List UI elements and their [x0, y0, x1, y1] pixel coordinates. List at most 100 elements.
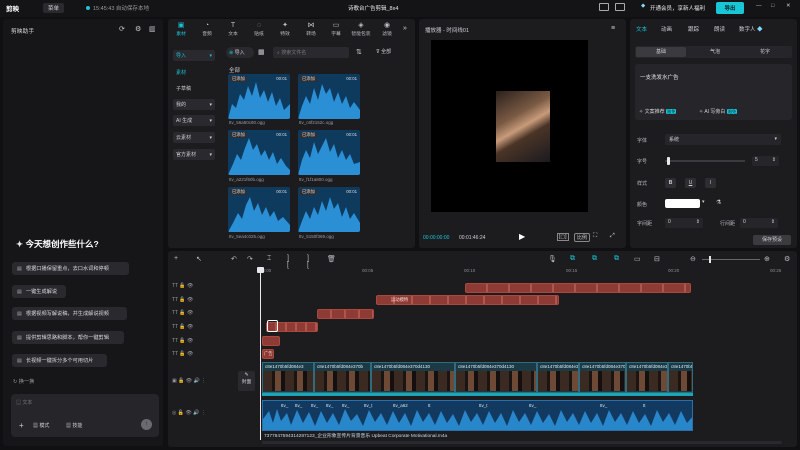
volume-icon[interactable]: 🔊 — [194, 378, 200, 384]
video-clip[interactable]: c8e1470b5fd084e370b — [314, 362, 371, 393]
ai-write-button[interactable]: ✧ AI 写旁白 限免 — [699, 108, 738, 115]
fullscreen-icon[interactable]: ⛶ — [593, 233, 597, 240]
text-clip[interactable] — [262, 336, 280, 346]
font-select[interactable]: 系统 ▾ — [665, 134, 781, 145]
text-clip[interactable] — [317, 309, 374, 319]
italic-button[interactable]: I — [705, 178, 716, 188]
text-clip[interactable] — [465, 283, 691, 293]
lock-icon[interactable]: 🔓 — [179, 351, 185, 357]
settings-gear-icon[interactable]: ⚙ — [135, 25, 141, 33]
mode-button[interactable]: ▦ 模式 — [33, 422, 49, 429]
subtab-basic[interactable]: 基础 — [636, 47, 686, 57]
eye-icon[interactable]: 👁 — [187, 351, 193, 357]
refresh-suggestions-button[interactable]: ↻ 换一换 — [13, 378, 34, 385]
audio-track-header[interactable]: ◎ 🔓 👁 🔊 ⋮ — [172, 410, 206, 416]
text-clip-selected[interactable] — [267, 320, 278, 332]
tool-caption[interactable]: ▭ 字幕 — [325, 21, 347, 37]
lock-icon[interactable]: 🔓 — [178, 378, 184, 384]
video-clip[interactable]: c8e1470b5fd084e3 — [262, 362, 314, 393]
color-picker-icon[interactable]: ⚗ — [716, 199, 721, 206]
select-tool-icon[interactable]: ↖ — [196, 255, 202, 263]
sort-icon[interactable]: ⇅ — [356, 48, 362, 56]
time-ruler[interactable]: 00:00 00:05 00:10 00:15 00:20 00:25 — [258, 268, 793, 278]
save-preset-button[interactable]: 保存预设 — [753, 235, 791, 245]
send-button[interactable]: ↑ — [141, 419, 152, 430]
suggestion-item[interactable]: ▤ 提供剪辑思路和脚本，帮你一键剪辑 — [12, 331, 124, 344]
filter-all-button[interactable]: ⊽ 全部 — [376, 48, 391, 55]
tool-text[interactable]: T 文本 — [222, 21, 244, 37]
eye-icon[interactable]: 👁 — [187, 297, 193, 303]
side-ai[interactable]: AI 生成 ▾ — [173, 115, 215, 126]
side-official[interactable]: 官方素材 ▾ — [173, 149, 215, 160]
history-icon[interactable]: ⟳ — [119, 25, 125, 33]
assistant-input-box[interactable]: ▤ 文本 + ▦ 模式 ▦ 技能 ↑ — [11, 394, 159, 437]
search-field[interactable]: ⌕ 搜索文件名 — [273, 47, 349, 58]
shortcut-icon[interactable] — [615, 3, 625, 11]
eye-icon[interactable]: 👁 — [186, 378, 192, 384]
tool-effect[interactable]: ✦ 特效 — [274, 21, 296, 37]
audio-clip[interactable]: ttv_ ttv_ ttv_ ttv_ ttv_ ttv_t ttv_a62 t… — [262, 400, 693, 431]
line-spacing-input[interactable]: 0 ⇕ — [740, 218, 778, 228]
suggestion-item[interactable]: ▤ 根据视频写解说稿，并生成解说视频 — [12, 307, 127, 320]
eye-icon[interactable]: 👁 — [187, 338, 193, 344]
suggestion-item[interactable]: ▤ 长视频一键拆分多个可用切片 — [12, 354, 107, 367]
volume-icon[interactable]: 🔊 — [193, 410, 199, 416]
add-attachment-icon[interactable]: + — [19, 421, 24, 430]
grid-view-icon[interactable]: ▦ — [258, 48, 265, 56]
preview-axis-icon[interactable]: ⧉ — [614, 255, 619, 263]
track-header[interactable]: TT 🔓 👁 — [172, 310, 193, 316]
play-icon[interactable]: ▶ — [519, 232, 525, 241]
undo-icon[interactable]: ↶ — [231, 255, 237, 263]
tab-animation[interactable]: 动画 — [661, 25, 672, 33]
import-button[interactable]: ⊕ 导入 — [226, 47, 254, 58]
tab-reading[interactable]: 朗读 — [714, 25, 725, 33]
timeline-settings-icon[interactable]: ⚙ — [784, 255, 790, 263]
side-cloud[interactable]: 云素材 ▾ — [173, 132, 215, 143]
more-tools-icon[interactable]: » — [403, 25, 407, 32]
tab-tracking[interactable]: 跟踪 — [688, 25, 699, 33]
close-icon[interactable]: ✕ — [786, 3, 791, 9]
media-thumb[interactable]: 已添加 00:01 — [228, 74, 290, 119]
video-clip[interactable]: c8e1470b5 — [668, 362, 693, 393]
tool-smart-package[interactable]: ◈ 智能包装 — [348, 21, 374, 37]
playhead[interactable] — [260, 268, 261, 440]
project-title[interactable]: 诗歌台广告剪辑_8x4 — [348, 4, 398, 12]
side-import[interactable]: 导入 ▾ — [173, 50, 215, 61]
player-menu-icon[interactable]: ≡ — [611, 25, 615, 32]
video-clip[interactable]: c8e1470b5fd084e370d — [626, 362, 668, 393]
video-clip[interactable]: c8e1470b5fd084e370d4130 — [371, 362, 455, 393]
lock-icon[interactable]: 🔓 — [179, 310, 185, 316]
video-clip[interactable]: c8e1470b5fd084e370d4 — [579, 362, 626, 393]
suggestion-item[interactable]: ▤ 一键生成解说 — [12, 285, 66, 298]
video-track-header[interactable]: ▣ 🔓 👁 🔊 ⋮ — [172, 378, 206, 384]
delete-icon[interactable]: 🗑 — [327, 255, 336, 263]
size-input[interactable]: 5 ⇕ — [752, 156, 779, 166]
vip-promo-link[interactable]: 开通会员，享新人福利 — [650, 4, 705, 12]
text-clip[interactable]: 广告 — [262, 349, 274, 359]
add-track-icon[interactable]: + — [174, 255, 178, 262]
text-clip[interactable]: 运动模特 — [376, 295, 559, 305]
collapse-icon[interactable]: ▥ — [149, 25, 156, 33]
menu-button[interactable]: 菜单 — [43, 3, 65, 13]
more-icon[interactable]: ⋮ — [201, 410, 206, 416]
caption-toggle-icon[interactable]: ▭ — [634, 255, 641, 263]
media-thumb[interactable]: 已添加 00:01 — [228, 130, 290, 175]
eye-icon[interactable]: 👁 — [185, 410, 191, 416]
media-thumb[interactable]: 已添加 00:01 — [228, 187, 290, 232]
size-slider[interactable] — [665, 157, 745, 165]
slider-thumb[interactable] — [666, 157, 670, 165]
color-swatch[interactable] — [665, 199, 700, 208]
text-content-box[interactable]: 一支洗发水广告 ✧ 文案推荐 限免 ✧ AI 写旁白 限免 — [635, 64, 792, 120]
track-header[interactable]: TT 🔓 👁 — [172, 324, 193, 330]
split-left-icon[interactable]: ][ — [287, 255, 289, 269]
lock-icon[interactable]: 🔓 — [179, 297, 185, 303]
track-header[interactable]: TT 🔓 👁 — [172, 283, 193, 289]
video-canvas[interactable] — [431, 40, 588, 212]
eye-icon[interactable]: 👁 — [187, 324, 193, 330]
zoom-fit-icon[interactable]: ⊟ — [654, 255, 660, 263]
playhead-handle[interactable] — [257, 267, 264, 273]
split-right-icon[interactable]: ][ — [307, 255, 309, 269]
zoom-slider-thumb[interactable] — [709, 256, 711, 263]
video-clip[interactable]: c8e1470b5fd084e370d4130 — [537, 362, 579, 393]
eye-icon[interactable]: 👁 — [187, 283, 193, 289]
